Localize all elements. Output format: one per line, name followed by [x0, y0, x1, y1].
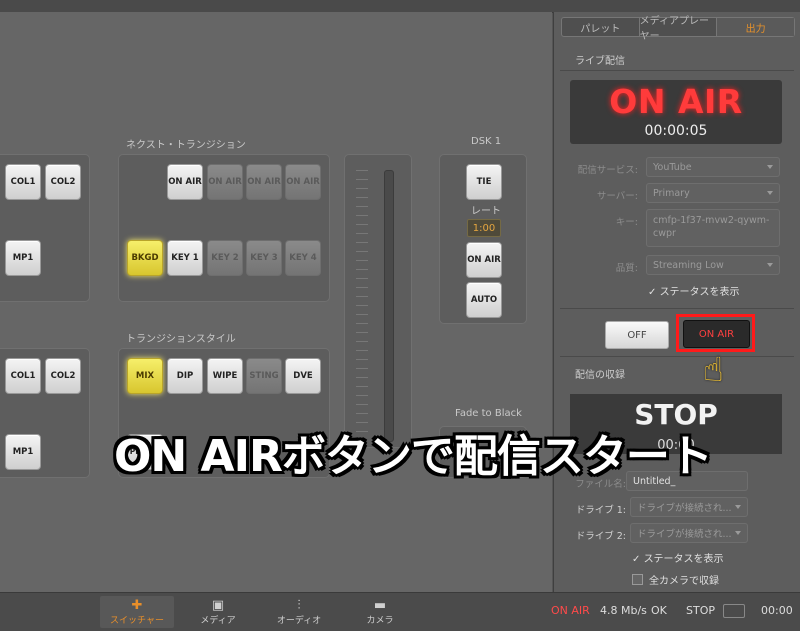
onair-button-2[interactable]: ON AIR — [207, 164, 243, 200]
record-status: STOP — [686, 604, 715, 617]
key2-button[interactable]: KEY 2 — [207, 240, 243, 276]
mp1-button-lower[interactable]: MP1 — [5, 434, 41, 470]
key4-button[interactable]: KEY 4 — [285, 240, 321, 276]
chevron-down-icon — [767, 263, 773, 267]
show-status-label-2: ステータスを表示 — [643, 554, 724, 565]
server-label: サーバー: — [596, 191, 638, 202]
chevron-down-icon — [735, 531, 741, 535]
show-status-label: ステータスを表示 — [659, 287, 740, 298]
chevron-down-icon — [767, 165, 773, 169]
stream-key-field[interactable]: cmfp-1f37-mvw2-qywm-cwpr — [646, 209, 780, 247]
bkgd-button[interactable]: BKGD — [127, 240, 163, 276]
quality-select[interactable]: Streaming Low — [646, 255, 780, 275]
nav-audio-label: オーディオ — [276, 615, 322, 626]
mp1-button-upper[interactable]: MP1 — [5, 240, 41, 276]
stream-key-value: cmfp-1f37-mvw2-qywm-cwpr — [653, 215, 770, 239]
show-status-checkbox-2[interactable]: ✓ ステータスを表示 — [632, 550, 724, 565]
quality-label: 品質: — [615, 263, 638, 274]
tbar-scale — [356, 170, 368, 440]
record-all-cameras-checkbox[interactable]: 全カメラで収録 — [632, 572, 719, 587]
tbar-panel — [344, 154, 412, 448]
record-header: 配信の収録 — [575, 370, 625, 381]
tbar-track[interactable] — [384, 170, 394, 442]
col1-button-lower[interactable]: COL1 — [5, 358, 41, 394]
nav-switcher-label: スイッチャー — [110, 615, 164, 626]
service-value: YouTube — [653, 161, 692, 173]
tab-media-player[interactable]: メディアプレーヤー — [640, 16, 718, 42]
service-label: 配信サービス: — [577, 165, 638, 176]
fade-to-black-label: Fade to Black — [455, 408, 522, 419]
switcher-panel: COL1 COL2 MP1 COL1 COL2 MP1 ネクスト・トランジション… — [0, 12, 552, 592]
dsk-label: DSK 1 — [471, 136, 502, 147]
bitrate: 4.8 Mb/s — [600, 604, 647, 617]
key3-button[interactable]: KEY 3 — [246, 240, 282, 276]
transition-style-label: トランジションスタイル — [126, 334, 236, 345]
chevron-down-icon — [735, 505, 741, 509]
quality-value: Streaming Low — [653, 259, 724, 271]
audio-fader-icon: ⫶ — [297, 597, 301, 613]
divider — [560, 70, 794, 71]
switcher-icon: ✚ — [131, 597, 143, 613]
server-value: Primary — [653, 187, 690, 199]
tie-button[interactable]: TIE — [466, 164, 502, 200]
checkmark-icon: ✓ — [648, 287, 660, 298]
off-button[interactable]: OFF — [605, 321, 669, 349]
drive2-value: ドライブが接続され... — [637, 529, 732, 540]
dsk-onair-button[interactable]: ON AIR — [466, 242, 502, 278]
divider — [560, 356, 794, 357]
nav-switcher[interactable]: ✚ スイッチャー — [100, 596, 174, 628]
drive1-value: ドライブが接続され... — [637, 503, 732, 514]
media-icon: ▣ — [211, 597, 225, 613]
record-all-label: 全カメラで収録 — [649, 576, 719, 587]
nav-camera-label: カメラ — [366, 615, 394, 626]
record-timecode: 00:00 — [761, 604, 793, 617]
drive2-select[interactable]: ドライブが接続され... — [630, 523, 748, 543]
drive1-select[interactable]: ドライブが接続され... — [630, 497, 748, 517]
tab-palette[interactable]: パレット — [562, 18, 640, 36]
next-transition-label: ネクスト・トランジション — [126, 140, 246, 151]
drive-indicator-icon — [723, 604, 745, 618]
wipe-button[interactable]: WIPE — [207, 358, 243, 394]
key1-button[interactable]: KEY 1 — [167, 240, 203, 276]
status-ok: OK — [651, 604, 667, 617]
onair-button-1[interactable]: ON AIR — [167, 164, 203, 200]
dip-button[interactable]: DIP — [167, 358, 203, 394]
onair-button-3[interactable]: ON AIR — [246, 164, 282, 200]
col2-button-lower[interactable]: COL2 — [45, 358, 81, 394]
live-stream-header: ライブ配信 — [575, 56, 625, 67]
col2-button-upper[interactable]: COL2 — [45, 164, 81, 200]
tab-output[interactable]: 出力 — [717, 18, 795, 36]
camera-icon: ▬ — [373, 597, 387, 613]
sting-button[interactable]: STING — [246, 358, 282, 394]
auto-button[interactable]: AUTO — [466, 282, 502, 318]
stream-timer: 00:00:05 — [644, 123, 708, 139]
checkbox-icon — [632, 574, 643, 585]
dve-button[interactable]: DVE — [285, 358, 321, 394]
rate-label: レート — [471, 206, 501, 217]
drive1-label: ドライブ 1: — [575, 505, 626, 516]
sidebar-tabs: パレット メディアプレーヤー 出力 — [561, 16, 795, 42]
drive2-label: ドライブ 2: — [575, 531, 626, 542]
onair-display: ON AIR — [609, 82, 743, 121]
show-status-checkbox[interactable]: ✓ ステータスを表示 — [648, 283, 740, 298]
tutorial-caption: ON AIRボタンで配信スタート — [114, 431, 713, 482]
mix-button[interactable]: MIX — [127, 358, 163, 394]
onair-button[interactable]: ON AIR — [683, 320, 750, 348]
col1-button-upper[interactable]: COL1 — [5, 164, 41, 200]
key-label: キー: — [615, 217, 638, 228]
checkmark-icon: ✓ — [632, 554, 644, 565]
chevron-down-icon — [767, 191, 773, 195]
nav-media-label: メディア — [200, 615, 236, 626]
nav-camera[interactable]: ▬ カメラ — [343, 596, 417, 628]
onair-status: ON AIR — [551, 604, 590, 617]
service-select[interactable]: YouTube — [646, 157, 780, 177]
rate-value[interactable]: 1:00 — [467, 219, 501, 237]
nav-audio[interactable]: ⫶ オーディオ — [262, 596, 336, 628]
divider — [560, 308, 794, 309]
server-select[interactable]: Primary — [646, 183, 780, 203]
onair-button-4[interactable]: ON AIR — [285, 164, 321, 200]
nav-media[interactable]: ▣ メディア — [181, 596, 255, 628]
